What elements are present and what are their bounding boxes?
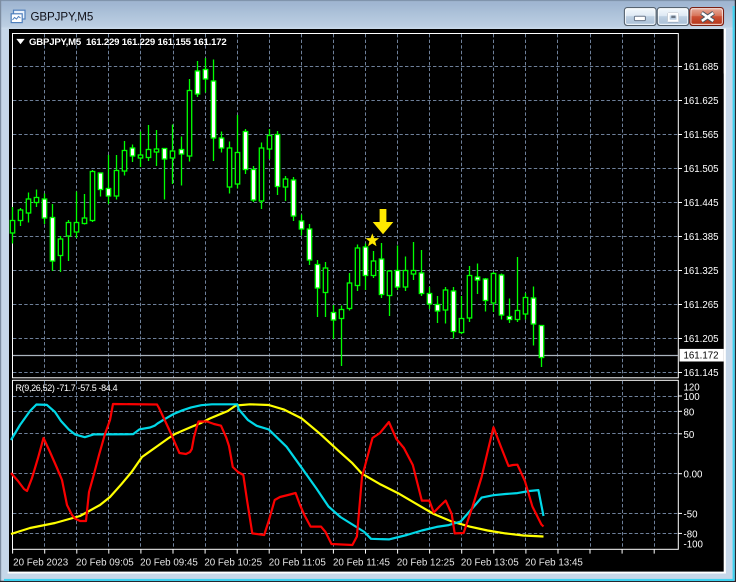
svg-text:161.565: 161.565 xyxy=(684,130,719,141)
svg-text:161.145: 161.145 xyxy=(684,368,719,379)
svg-text:50: 50 xyxy=(684,430,695,441)
svg-text:80: 80 xyxy=(684,407,695,418)
svg-text:161.172: 161.172 xyxy=(684,351,719,362)
svg-text:-50: -50 xyxy=(684,509,699,520)
svg-text:161.685: 161.685 xyxy=(684,62,719,73)
svg-text:-100: -100 xyxy=(684,540,704,551)
svg-text:100: 100 xyxy=(684,392,701,403)
svg-text:20 Feb 2023: 20 Feb 2023 xyxy=(13,558,69,569)
svg-text:20 Feb 13:05: 20 Feb 13:05 xyxy=(461,558,519,569)
svg-text:161.205: 161.205 xyxy=(684,334,719,345)
svg-text:161.625: 161.625 xyxy=(684,96,719,107)
svg-text:20 Feb 13:45: 20 Feb 13:45 xyxy=(525,558,583,569)
svg-text:20 Feb 12:25: 20 Feb 12:25 xyxy=(397,558,455,569)
svg-text:161.505: 161.505 xyxy=(684,164,719,175)
svg-text:GBPJPY,M5 161.229 161.229 161: GBPJPY,M5 161.229 161.229 161.155 161.17… xyxy=(29,37,227,48)
svg-text:0.00: 0.00 xyxy=(684,470,703,481)
svg-text:20 Feb 11:05: 20 Feb 11:05 xyxy=(269,558,327,569)
svg-text:GBPJPY,M5: GBPJPY,M5 xyxy=(31,10,94,23)
svg-text:161.265: 161.265 xyxy=(684,300,719,311)
svg-text:161.325: 161.325 xyxy=(684,266,719,277)
svg-text:R(9,26,52) -71.7 -57.5 -84.4: R(9,26,52) -71.7 -57.5 -84.4 xyxy=(16,383,118,393)
svg-text:161.385: 161.385 xyxy=(684,232,719,243)
svg-text:20 Feb 10:25: 20 Feb 10:25 xyxy=(204,558,262,569)
svg-text:20 Feb 11:45: 20 Feb 11:45 xyxy=(333,558,391,569)
svg-text:161.445: 161.445 xyxy=(684,198,719,209)
svg-text:20 Feb 09:45: 20 Feb 09:45 xyxy=(140,558,198,569)
svg-text:20 Feb 09:05: 20 Feb 09:05 xyxy=(76,558,134,569)
